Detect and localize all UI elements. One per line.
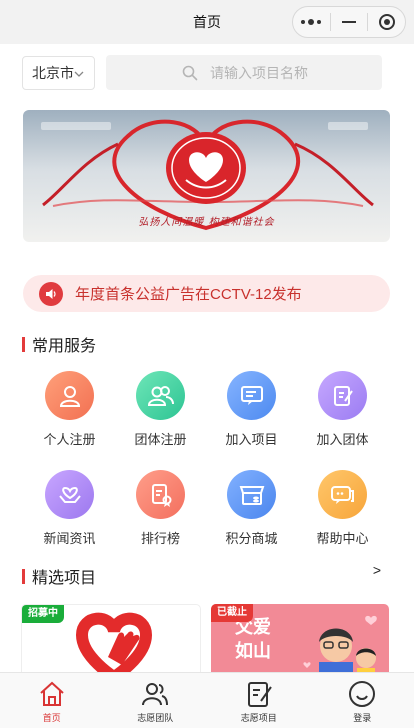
service-label: 个人注册	[43, 432, 96, 447]
group-icon	[136, 371, 185, 420]
section-title-featured: 精选项目	[22, 564, 96, 588]
edit-doc-icon	[318, 371, 367, 420]
section-accent-bar	[22, 568, 25, 584]
tab-home[interactable]: 首页	[0, 673, 104, 728]
featured-more-button[interactable]: >	[373, 562, 381, 578]
service-label: 排行榜	[140, 531, 180, 546]
service-label: 帮助中心	[316, 531, 369, 546]
section-accent-bar	[22, 336, 25, 352]
service-label: 团体注册	[134, 432, 187, 447]
tab-volunteer-project[interactable]: 志愿项目	[207, 673, 311, 728]
cctv-logo-left	[41, 122, 111, 130]
home-icon	[40, 681, 64, 706]
services-grid: 个人注册 团体注册 加入项目 加入团体 新闻资讯 排行榜 积分商城 帮助中心	[24, 371, 388, 547]
minimize-icon	[342, 21, 356, 23]
service-ranking[interactable]: 排行榜	[115, 470, 206, 547]
service-label: 新闻资讯	[43, 531, 96, 546]
navigation-bar: 首页	[0, 0, 414, 44]
announcement-bar[interactable]: 年度首条公益广告在CCTV-12发布	[23, 275, 390, 312]
heart-hands-icon	[45, 470, 94, 519]
section-title-text: 精选项目	[32, 570, 97, 587]
login-icon	[349, 681, 376, 707]
service-label: 加入项目	[225, 432, 278, 447]
city-selector[interactable]: 北京市	[22, 56, 95, 90]
speaker-icon	[39, 281, 63, 306]
tab-label: 首页	[42, 713, 61, 723]
project-card[interactable]: 父爱 如山 已截止	[211, 604, 389, 676]
more-dots-icon	[301, 19, 322, 25]
minimize-button[interactable]	[331, 7, 368, 37]
announcement-text: 年度首条公益广告在CCTV-12发布	[75, 286, 302, 303]
service-help-center[interactable]: 帮助中心	[297, 470, 388, 547]
chat-help-icon	[318, 470, 367, 519]
status-badge-closed: 已截止	[211, 604, 253, 622]
team-icon	[142, 683, 169, 706]
card-title-image-text: 父爱 如山	[235, 616, 271, 664]
person-icon	[45, 371, 94, 420]
search-box[interactable]	[106, 55, 382, 90]
bottom-tab-bar: 首页 志愿团队 志愿项目 登录	[0, 672, 414, 728]
section-title-text: 常用服务	[32, 338, 97, 355]
chevron-down-icon	[74, 71, 84, 77]
service-personal-register[interactable]: 个人注册	[24, 371, 115, 448]
target-close-icon	[378, 14, 395, 30]
search-input[interactable]	[210, 64, 360, 81]
card-title-line: 如山	[235, 641, 271, 662]
shop-icon	[227, 470, 276, 519]
service-points-mall[interactable]: 积分商城	[206, 470, 297, 547]
banner-carousel[interactable]: 弘扬人间温暖 构建和谐社会	[23, 110, 390, 242]
close-button[interactable]	[368, 7, 405, 37]
service-group-register[interactable]: 团体注册	[115, 371, 206, 448]
more-button[interactable]	[293, 7, 330, 37]
project-edit-icon	[247, 682, 272, 707]
tab-label: 志愿项目	[240, 713, 277, 723]
project-card[interactable]: 招募中	[21, 604, 201, 676]
tab-volunteer-team[interactable]: 志愿团队	[104, 673, 208, 728]
mini-program-capsule	[292, 6, 406, 38]
section-title-services: 常用服务	[22, 332, 96, 356]
project-icon	[227, 371, 276, 420]
service-join-group[interactable]: 加入团体	[297, 371, 388, 448]
cctv-logo-right	[328, 122, 368, 130]
service-label: 加入团体	[316, 432, 369, 447]
search-icon	[182, 65, 198, 80]
banner-slogan: 弘扬人间温暖 构建和谐社会	[138, 217, 275, 228]
service-join-project[interactable]: 加入项目	[206, 371, 297, 448]
tab-login[interactable]: 登录	[311, 673, 414, 728]
tab-label: 登录	[353, 713, 372, 723]
tab-label: 志愿团队	[137, 713, 174, 723]
ranking-icon	[136, 470, 185, 519]
service-label: 积分商城	[225, 531, 278, 546]
service-news[interactable]: 新闻资讯	[24, 470, 115, 547]
status-badge-recruiting: 招募中	[22, 605, 64, 623]
city-label: 北京市	[32, 65, 74, 81]
